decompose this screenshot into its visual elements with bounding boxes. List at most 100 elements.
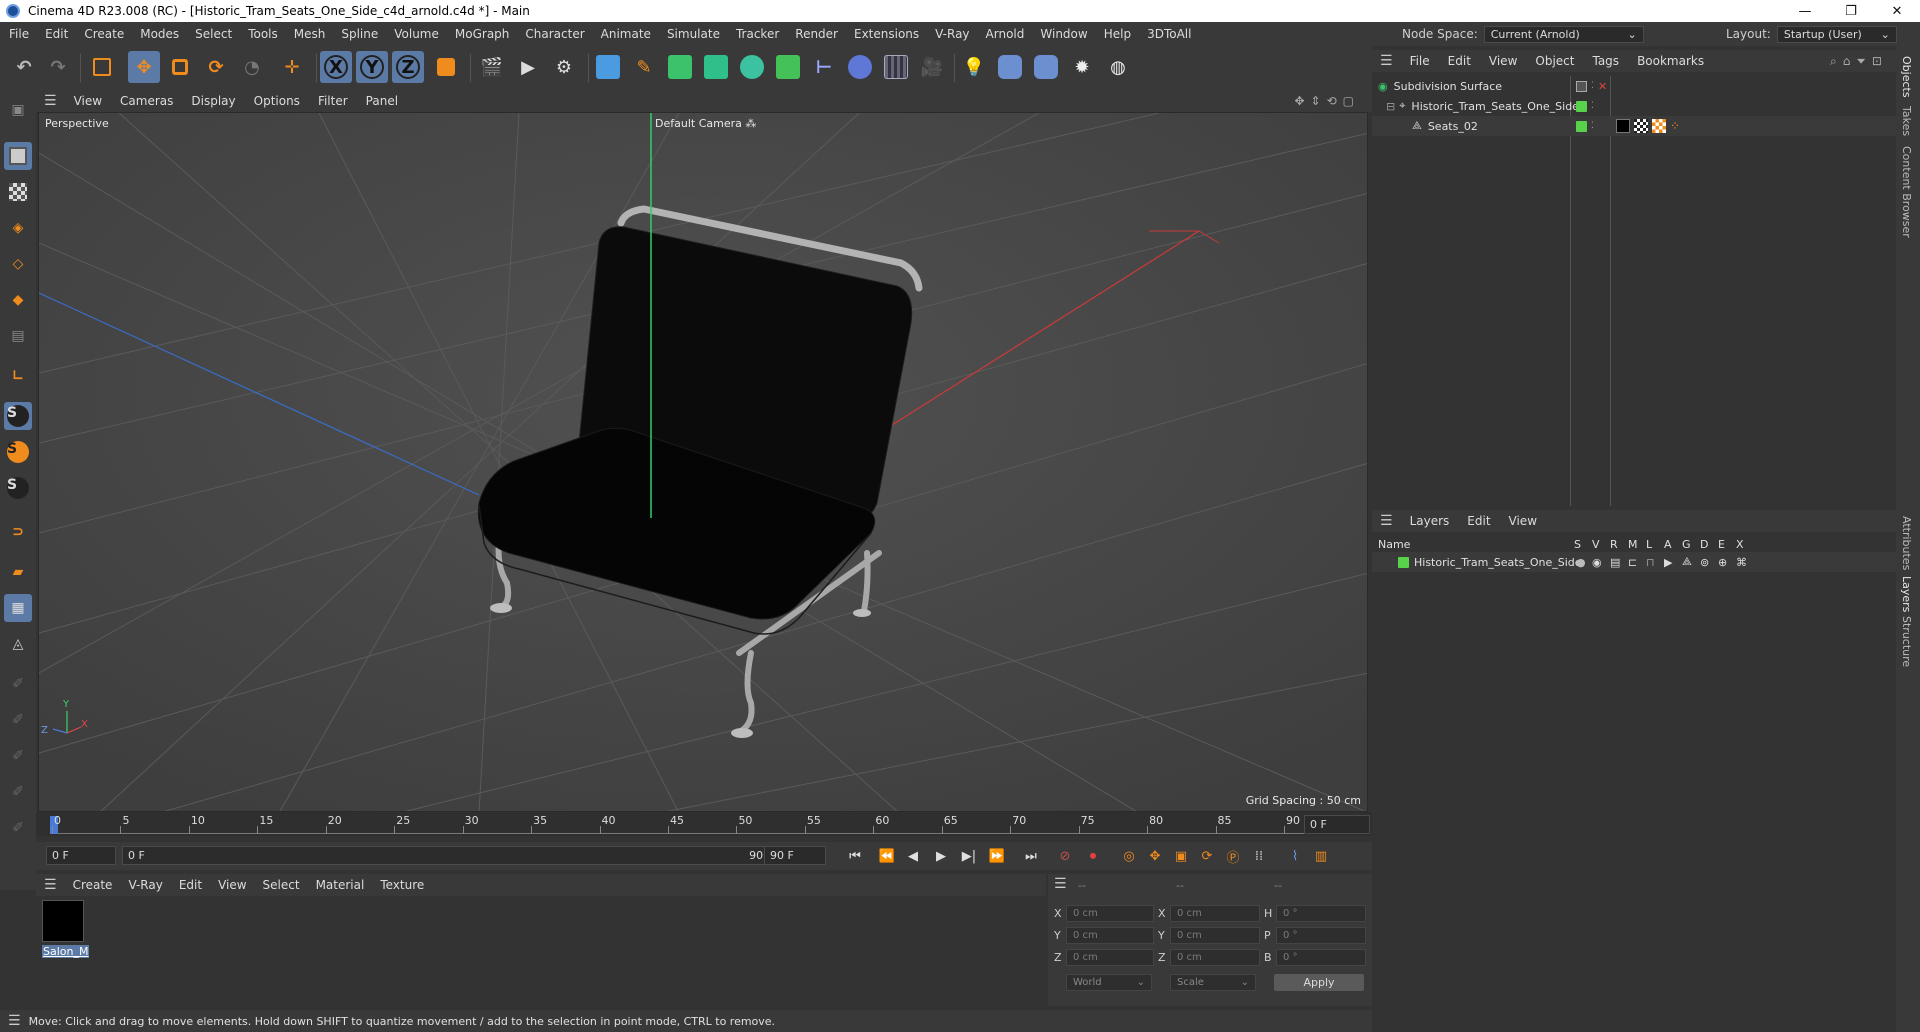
previous-key-button[interactable]: ⏪ (876, 846, 898, 866)
y-axis-lock-button[interactable]: Y (356, 51, 388, 83)
object-row-historic-tram-seats[interactable]: ⊟ ⌖ Historic_Tram_Seats_One_Side ⁚ (1372, 96, 1896, 116)
snap-button[interactable]: S (4, 402, 32, 430)
lock-workplane-button[interactable]: ◬ (4, 630, 32, 658)
position-x-field[interactable]: 0 cm (1066, 905, 1154, 922)
motion-path-button[interactable]: ⌇ (1284, 846, 1306, 866)
node-space-dropdown[interactable]: Current (Arnold) ⌄ (1483, 25, 1644, 43)
menu-create[interactable]: Create (76, 27, 132, 41)
menu-modes[interactable]: Modes (132, 27, 187, 41)
go-to-start-button[interactable]: ⏮ (844, 846, 866, 866)
key-position-button[interactable]: ✥ (1144, 846, 1166, 866)
edges-mode-button[interactable]: ◇ (4, 250, 32, 278)
menu-edit[interactable]: Edit (37, 27, 76, 41)
start-frame-field[interactable]: 0 F (46, 846, 116, 865)
menu-tracker[interactable]: Tracker (728, 27, 787, 41)
menu-tools[interactable]: Tools (240, 27, 286, 41)
tab-takes[interactable]: Takes (1900, 106, 1913, 136)
python-script-button[interactable] (1030, 51, 1062, 83)
xref-icon[interactable]: ⌘ (1736, 556, 1747, 569)
timeline-button[interactable]: ▥ (1310, 846, 1332, 866)
menu-mesh[interactable]: Mesh (286, 27, 334, 41)
redo-button[interactable]: ↷ (42, 51, 74, 83)
selection-tool-button[interactable] (86, 51, 118, 83)
quantize-button[interactable]: S (4, 474, 32, 502)
rotation-p-field[interactable]: 0 ° (1276, 927, 1366, 944)
hamburger-menu-icon[interactable]: ☰ (1054, 876, 1067, 892)
material-menu-material[interactable]: Material (308, 878, 373, 892)
object-menu-bookmarks[interactable]: Bookmarks (1628, 54, 1713, 68)
viewport-nav-icons[interactable]: ✥⇕⟲▢ (1294, 94, 1360, 108)
size-z-field[interactable]: 0 cm (1170, 949, 1260, 966)
render-icon[interactable]: ▤ (1610, 556, 1620, 569)
polygons-mode-button[interactable]: ◆ (4, 286, 32, 314)
floor-button[interactable] (880, 51, 912, 83)
manager-icon[interactable]: ⊏ (1628, 556, 1637, 569)
phong-tag-icon[interactable]: ⁘ (1670, 119, 1680, 133)
menu-character[interactable]: Character (517, 27, 592, 41)
object-manager-search-icons[interactable]: ⌕⌂⏷⊡ (1830, 54, 1888, 69)
eye-icon[interactable]: ◉ (1592, 556, 1602, 569)
cloner-button[interactable] (736, 51, 768, 83)
menu-3dtoall[interactable]: 3DToAll (1139, 27, 1199, 41)
x-axis-lock-button[interactable]: X (320, 51, 352, 83)
axis-tool-button[interactable]: ✛ (276, 51, 308, 83)
layer-row[interactable]: Historic_Tram_Seats_One_Side ● ◉ ▤ ⊏ ⊓ ▶… (1372, 552, 1896, 572)
record-button[interactable]: ⊘ (1054, 846, 1076, 866)
hamburger-menu-icon[interactable]: ☰ (36, 93, 65, 109)
material-menu-texture[interactable]: Texture (372, 878, 432, 892)
generator-icon[interactable]: ⟁ (1682, 555, 1692, 569)
rotate-tool-button[interactable]: ⟳ (200, 51, 232, 83)
material-tag-icon[interactable] (1616, 119, 1630, 133)
lock-icon[interactable]: ⊓ (1646, 556, 1655, 569)
menu-window[interactable]: Window (1032, 27, 1095, 41)
current-frame-field[interactable]: 0 F (1304, 815, 1370, 834)
frame-range-slider[interactable]: 0 F 90 F (122, 846, 782, 865)
object-menu-file[interactable]: File (1401, 54, 1439, 68)
tab-structure[interactable]: Structure (1900, 616, 1913, 667)
material-name[interactable]: Salon_M (42, 945, 90, 958)
render-view-button[interactable]: 🎬 (476, 51, 508, 83)
3d-viewport[interactable]: Perspective Default Camera ⁂ Grid Spacin… (38, 112, 1368, 812)
hamburger-menu-icon[interactable]: ☰ (1372, 53, 1401, 69)
texture-tag-icon[interactable] (1634, 119, 1648, 133)
material-thumbnail[interactable] (42, 900, 84, 942)
position-z-field[interactable]: 0 cm (1066, 949, 1154, 966)
brush-tool-button[interactable]: ✐ (4, 742, 32, 770)
scale-dropdown[interactable]: Scale ⌄ (1170, 974, 1256, 991)
animation-icon[interactable]: ▶ (1664, 556, 1672, 569)
layout-dropdown[interactable]: Startup (User) ⌄ (1776, 25, 1897, 43)
visibility-dots-icon[interactable]: ⁚ (1591, 101, 1594, 111)
expression-icon[interactable]: ⊕ (1718, 556, 1727, 569)
mograph-button[interactable] (772, 51, 804, 83)
material-menu-view[interactable]: View (210, 878, 254, 892)
object-menu-view[interactable]: View (1480, 54, 1526, 68)
rotation-b-field[interactable]: 0 ° (1276, 949, 1366, 966)
disable-x-icon[interactable]: ✕ (1598, 80, 1607, 93)
object-menu-object[interactable]: Object (1526, 54, 1583, 68)
play-button[interactable]: ▶ (930, 846, 952, 866)
key-pla-button[interactable]: ⁞⁞ (1248, 846, 1270, 866)
position-y-field[interactable]: 0 cm (1066, 927, 1154, 944)
layer-menu-edit[interactable]: Edit (1458, 514, 1499, 528)
deformer-button[interactable]: ⊢ (808, 51, 840, 83)
size-x-field[interactable]: 0 cm (1170, 905, 1260, 922)
hamburger-menu-icon[interactable]: ☰ (36, 877, 65, 893)
cube-object-button[interactable] (592, 51, 624, 83)
key-parameter-button[interactable]: Ⓟ (1222, 846, 1244, 866)
make-editable-button[interactable]: ▣ (4, 96, 32, 124)
object-row-subdivision-surface[interactable]: ◉ Subdivision Surface ⁚ ✕ (1372, 76, 1896, 96)
object-menu-tags[interactable]: Tags (1583, 54, 1628, 68)
extrude-button[interactable] (700, 51, 732, 83)
axis-mode-button[interactable]: ∟ (4, 362, 32, 390)
uv-mode-button[interactable]: ▤ (4, 322, 32, 350)
uvw-tag-icon[interactable] (1652, 119, 1666, 133)
apply-button[interactable]: Apply (1274, 974, 1364, 991)
render-settings-button[interactable]: ⚙ (548, 51, 580, 83)
object-menu-edit[interactable]: Edit (1439, 54, 1480, 68)
size-y-field[interactable]: 0 cm (1170, 927, 1260, 944)
viewport-menu-view[interactable]: View (65, 94, 111, 108)
close-button[interactable]: ✕ (1874, 0, 1920, 22)
editor-render-toggle-icon[interactable] (1576, 80, 1587, 92)
material-menu-vray[interactable]: V-Ray (120, 878, 170, 892)
hamburger-menu-icon[interactable]: ☰ (0, 1013, 29, 1029)
